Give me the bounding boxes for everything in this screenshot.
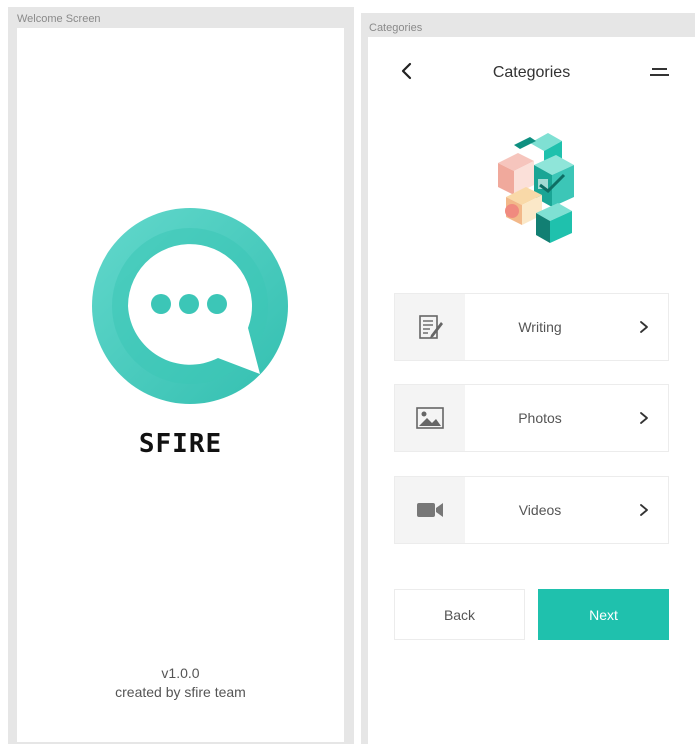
artboard-label-categories: Categories (369, 22, 423, 34)
category-writing[interactable]: Writing (394, 293, 669, 361)
document-edit-icon (419, 315, 443, 339)
chat-bubble-icon (92, 208, 288, 404)
chevron-right-icon (640, 504, 648, 516)
brand-name: SFIRE (138, 429, 223, 459)
next-button[interactable]: Next (538, 589, 669, 640)
welcome-screen: SFIRE v1.0.0 created by sfire team (17, 28, 344, 742)
version-text: v1.0.0 (161, 665, 200, 681)
category-label: Photos (518, 410, 562, 426)
category-label: Videos (518, 502, 562, 518)
categories-screen: Categories Writing Photos Videos Back Ne… (368, 37, 695, 744)
chevron-right-icon (640, 321, 648, 333)
artboard-welcome: Welcome Screen SFIRE v1.0.0 created by s… (8, 7, 354, 744)
category-label: Writing (518, 319, 562, 335)
back-button[interactable]: Back (394, 589, 525, 640)
category-videos[interactable]: Videos (394, 476, 669, 544)
menu-icon[interactable] (648, 61, 672, 83)
video-camera-icon (417, 503, 443, 517)
category-icon-box (395, 385, 465, 451)
page-title: Categories (492, 64, 571, 81)
chevron-right-icon (640, 412, 648, 424)
category-icon-box (395, 294, 465, 360)
category-icon-box (395, 477, 465, 543)
category-photos[interactable]: Photos (394, 384, 669, 452)
artboard-label-welcome: Welcome Screen (17, 13, 101, 25)
artboard-categories: Categories Categories Writing Photos Vid… (361, 13, 695, 744)
image-icon (416, 407, 444, 429)
credit-text: created by sfire team (115, 684, 246, 700)
isometric-illustration (498, 133, 574, 243)
